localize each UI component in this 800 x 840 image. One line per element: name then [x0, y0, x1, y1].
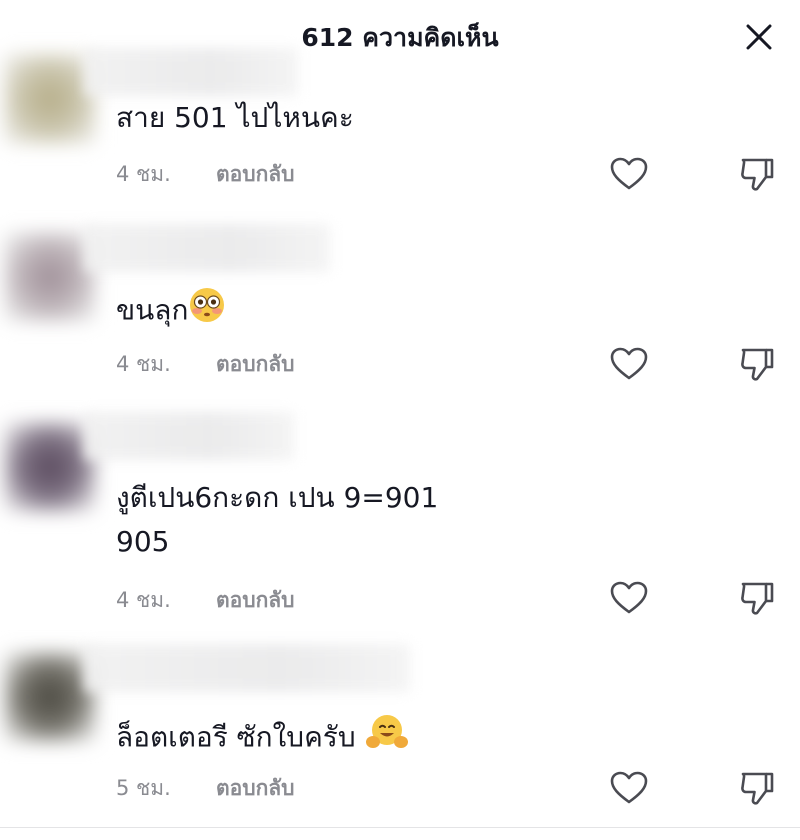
avatar[interactable] [4, 422, 96, 512]
like-button[interactable] [607, 152, 651, 196]
comment-time: 4 ชม. [116, 587, 171, 612]
thumbs-down-outline-icon [741, 582, 774, 615]
reply-button[interactable]: ตอบกลับ [216, 772, 295, 805]
comment-time: 4 ชม. [116, 351, 171, 376]
avatar[interactable] [4, 232, 96, 322]
close-icon [746, 24, 772, 50]
comment-item: ขนลุก 4 ชม. ตอบกลับ [0, 218, 800, 388]
hugging-face-emoji [365, 712, 409, 765]
username-blurred[interactable] [84, 644, 410, 692]
reply-button[interactable]: ตอบกลับ [216, 584, 295, 617]
heart-outline-icon [610, 157, 648, 190]
comment-text-content: ล็อตเตอรี ซักใบครับ [116, 720, 356, 754]
flushed-face-emoji [188, 286, 226, 337]
comment-item: ล็อตเตอรี ซักใบครับ 5 ชม. ตอบกลับ [0, 640, 800, 840]
comment-time: 5 ชม. [116, 775, 171, 800]
heart-outline-icon [610, 347, 648, 380]
username-blurred[interactable] [84, 412, 294, 460]
heart-outline-icon [610, 581, 648, 614]
divider [0, 827, 800, 828]
thumbs-down-outline-icon [741, 158, 774, 191]
comment-meta: 4 ชม. ตอบกลับ [116, 582, 295, 618]
comment-text-line: งูตีเปน6กะดก เปน 9=901 [116, 481, 439, 514]
avatar[interactable] [4, 652, 96, 742]
comment-text: สาย 501 ไปไหนคะ [116, 101, 354, 134]
thumbs-down-outline-icon [741, 772, 774, 805]
comment-text-content: ขนลุก [116, 293, 189, 327]
dislike-button[interactable] [736, 342, 780, 386]
username-blurred[interactable] [84, 224, 330, 272]
comment-text-line: 905 [116, 525, 170, 558]
comment-text: งูตีเปน6กะดก เปน 9=901 905 [116, 476, 556, 564]
comment-meta: 5 ชม. ตอบกลับ [116, 770, 295, 806]
dislike-button[interactable] [736, 576, 780, 620]
heart-outline-icon [610, 771, 648, 804]
comment-text: ล็อตเตอรี ซักใบครับ [116, 712, 616, 765]
like-button[interactable] [607, 576, 651, 620]
like-button[interactable] [607, 766, 651, 810]
dislike-button[interactable] [736, 766, 780, 810]
username-blurred[interactable] [84, 48, 298, 96]
comment-meta: 4 ชม. ตอบกลับ [116, 156, 295, 192]
dislike-button[interactable] [736, 152, 780, 196]
comment-item: งูตีเปน6กะดก เปน 9=901 905 4 ชม. ตอบกลับ [0, 410, 800, 638]
comment-meta: 4 ชม. ตอบกลับ [116, 346, 295, 382]
comment-time: 4 ชม. [116, 161, 171, 186]
avatar[interactable] [4, 54, 96, 144]
reply-button[interactable]: ตอบกลับ [216, 348, 295, 381]
comment-item: สาย 501 ไปไหนคะ 4 ชม. ตอบกลับ [0, 48, 800, 212]
thumbs-down-outline-icon [741, 348, 774, 381]
like-button[interactable] [607, 342, 651, 386]
comment-text: ขนลุก [116, 286, 556, 337]
reply-button[interactable]: ตอบกลับ [216, 158, 295, 191]
